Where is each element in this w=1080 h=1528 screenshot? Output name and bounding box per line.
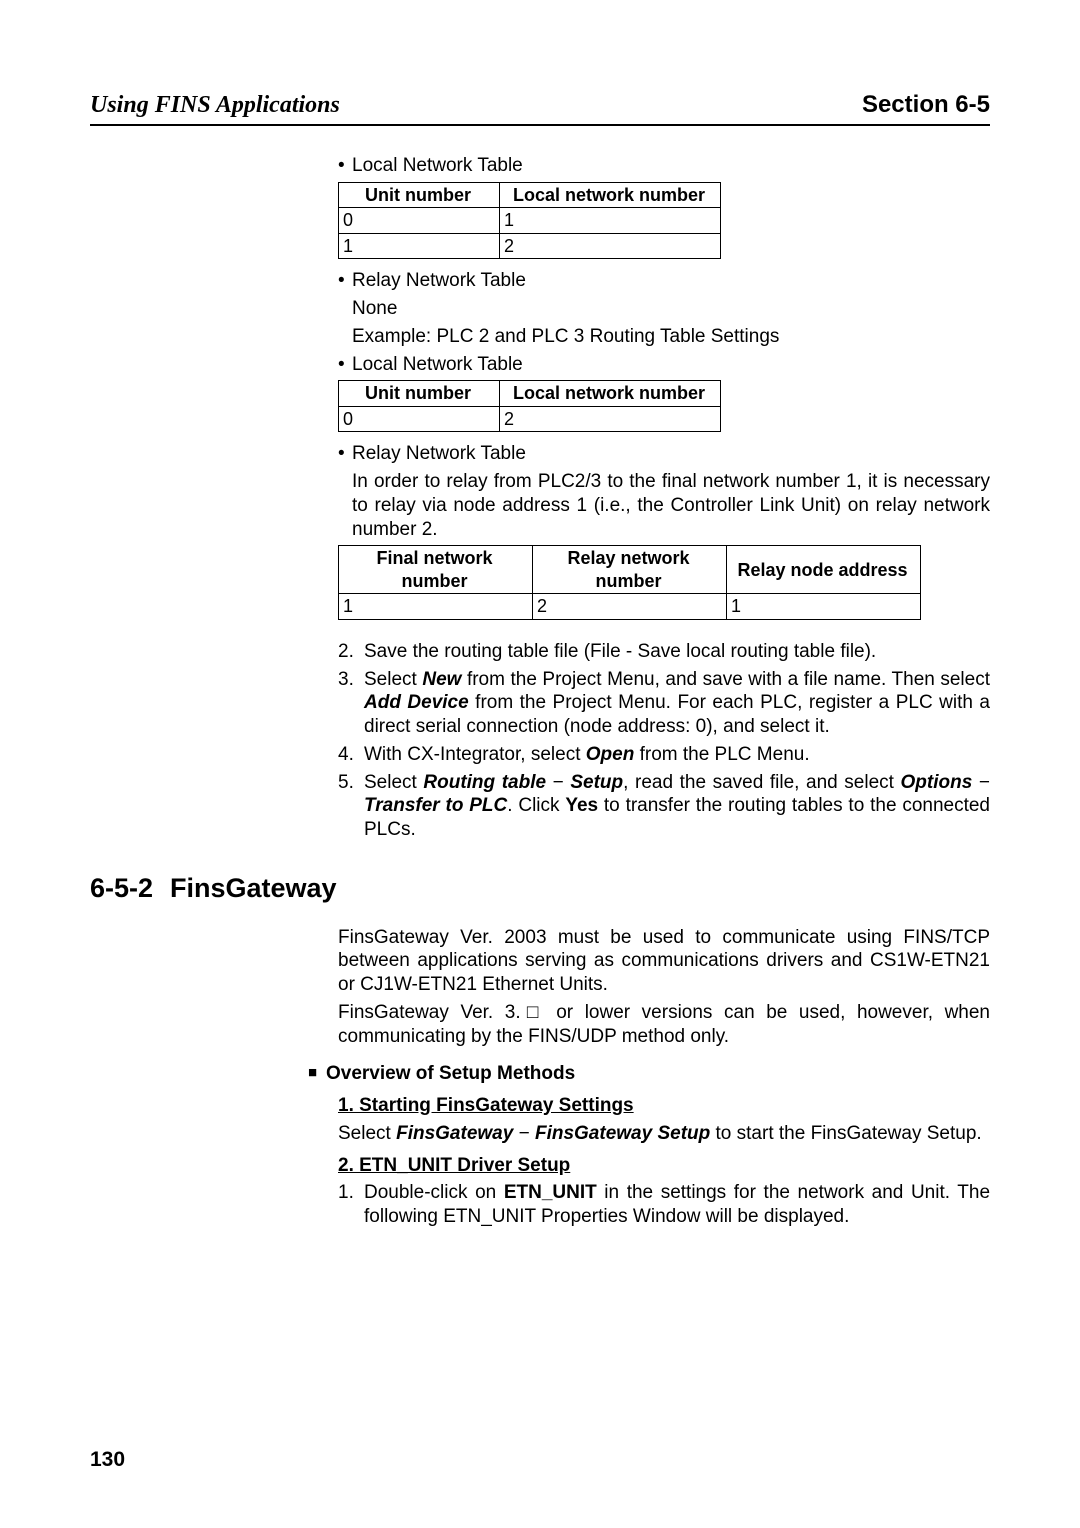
cell: 1 [339,233,500,259]
t: Select [364,772,423,793]
finsgateway-p1: FinsGateway Ver. 2003 must be used to co… [338,926,990,997]
t: Select [364,669,422,690]
bullet-label: Relay Network Table [352,269,526,293]
relay-intro-text: In order to relay from PLC2/3 to the fin… [352,470,990,541]
main-content: • Local Network Table Unit number Local … [338,154,990,842]
t: With CX-Integrator, select [364,744,586,765]
bullet-dot-icon: • [338,154,352,178]
bullet-dot-icon: • [338,353,352,377]
step-text: Select New from the Project Menu, and sa… [364,668,990,739]
overview-heading: ■ Overview of Setup Methods [308,1062,990,1086]
th-relay-net: Relay network number [533,546,727,594]
t: . Click [507,795,565,816]
step-number: 4. [338,743,364,767]
t: − [972,772,990,793]
section-number: 6-5-2 [90,872,170,906]
cell: 1 [727,594,921,620]
step-number: 1. [338,1181,364,1229]
label-etn-unit: ETN_UNIT [504,1182,597,1203]
step-text: With CX-Integrator, select Open from the… [364,743,990,767]
t: Select [338,1123,396,1144]
th-unit-number: Unit number [339,182,500,208]
bullet-local-net-1: • Local Network Table [338,154,990,178]
text-none: None [352,297,990,321]
th-local-net-number: Local network number [500,381,721,407]
cmd-transfer-to-plc: Transfer to PLC [364,795,507,816]
cmd-new: New [422,669,461,690]
table-row: 0 1 [339,208,721,234]
step-number: 2. [338,640,364,664]
header-right: Section 6-5 [862,90,990,120]
bullet-label: Relay Network Table [352,442,526,466]
th-relay-node: Relay node address [727,546,921,594]
step-text: Select Routing table − Setup, read the s… [364,771,990,842]
subheading-starting-finsgateway: 1. Starting FinsGateway Settings [338,1094,990,1118]
t: from the PLC Menu. [634,744,809,765]
t: from the Project Menu, and save with a f… [461,669,990,690]
t: , read the saved file, and select [623,772,900,793]
step-5: 5. Select Routing table − Setup, read th… [338,771,990,842]
cmd-options: Options [901,772,973,793]
cmd-finsgateway-setup: FinsGateway Setup [535,1123,710,1144]
cmd-finsgateway: FinsGateway [396,1123,513,1144]
step-2: 2. Save the routing table file (File - S… [338,640,990,664]
page-header: Using FINS Applications Section 6-5 [90,90,990,126]
cell: 0 [339,208,500,234]
cmd-routing-table: Routing table [423,772,546,793]
cmd-setup: Setup [570,772,623,793]
step-3: 3. Select New from the Project Menu, and… [338,668,990,739]
cell: 0 [339,406,500,432]
section-heading: 6-5-2 FinsGateway [90,872,990,906]
btn-yes-text: Yes [565,795,598,816]
subheading-etn-unit-driver: 2. ETN_UNIT Driver Setup [338,1154,990,1178]
text-example-caption: Example: PLC 2 and PLC 3 Routing Table S… [352,325,990,349]
cell: 1 [339,594,533,620]
bullet-relay-net-1: • Relay Network Table [338,269,990,293]
step-number: 3. [338,668,364,739]
step-text: Double-click on ETN_UNIT in the settings… [364,1181,990,1229]
header-left: Using FINS Applications [90,90,340,120]
table-row: 1 2 [339,233,721,259]
cell: 1 [500,208,721,234]
step-4: 4. With CX-Integrator, select Open from … [338,743,990,767]
cell: 2 [500,233,721,259]
step-number: 5. [338,771,364,842]
bullet-relay-net-2: • Relay Network Table [338,442,990,466]
t: Double-click on [364,1182,504,1203]
th-unit-number: Unit number [339,381,500,407]
start-fg-text: Select FinsGateway − FinsGateway Setup t… [338,1122,990,1146]
bullet-local-net-2: • Local Network Table [338,353,990,377]
cell: 2 [533,594,727,620]
finsgateway-p2: FinsGateway Ver. 3.□ or lower versions c… [338,1001,990,1049]
table-local-network-2: Unit number Local network number 0 2 [338,380,721,432]
cmd-open: Open [586,744,635,765]
cell: 2 [500,406,721,432]
etn-step-1: 1. Double-click on ETN_UNIT in the setti… [338,1181,990,1229]
square-bullet-icon: ■ [308,1062,326,1086]
table-row: 0 2 [339,406,721,432]
page-number: 130 [90,1447,125,1473]
th-local-net-number: Local network number [500,182,721,208]
t: − [513,1123,535,1144]
table-local-network-1: Unit number Local network number 0 1 1 2 [338,182,721,260]
th-final-net: Final network number [339,546,533,594]
cmd-add-device: Add Device [364,692,469,713]
table-row: 1 2 1 [339,594,921,620]
table-relay-network: Final network number Relay network numbe… [338,545,921,620]
overview-label: Overview of Setup Methods [326,1062,575,1086]
bullet-dot-icon: • [338,269,352,293]
section-title: FinsGateway [170,872,337,906]
bullet-label: Local Network Table [352,154,523,178]
t: − [546,772,570,793]
t: to start the FinsGateway Setup. [710,1123,981,1144]
section-body: FinsGateway Ver. 2003 must be used to co… [338,926,990,1229]
step-text: Save the routing table file (File - Save… [364,640,990,664]
bullet-label: Local Network Table [352,353,523,377]
bullet-dot-icon: • [338,442,352,466]
